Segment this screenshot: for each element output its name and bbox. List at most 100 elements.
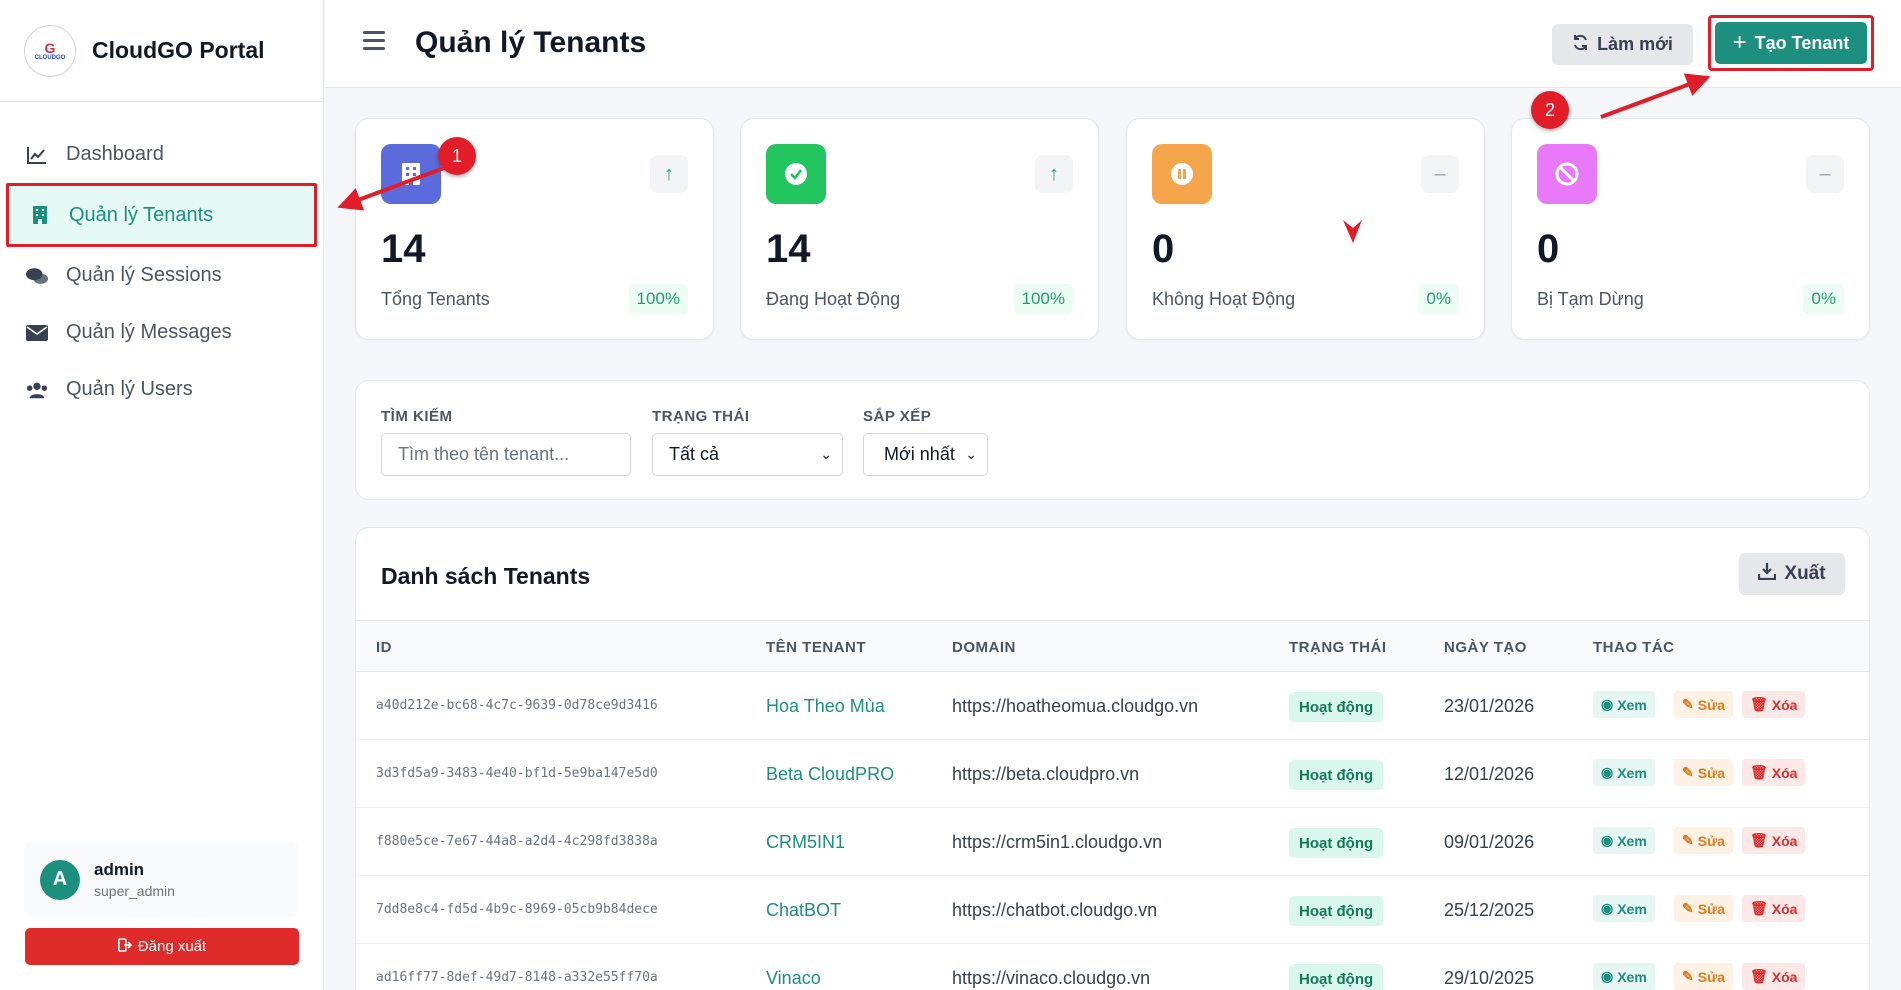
sidebar-item-messages[interactable]: Quản lý Messages — [0, 304, 323, 361]
view-button[interactable]: ◉ Xem — [1593, 759, 1655, 786]
table-row: 7dd8e8c4-fd5d-4b9c-8969-05cb9b84dece Chat… — [356, 876, 1869, 944]
tenant-name-link[interactable]: ChatBOT — [766, 900, 841, 921]
view-label: Xem — [1617, 764, 1647, 781]
sidebar-item-sessions[interactable]: Quản lý Sessions — [0, 247, 323, 304]
edit-label: Sửa — [1697, 900, 1725, 917]
stat-card-suspended: – 0 Bị Tạm Dừng 0% — [1511, 118, 1870, 340]
table-row: a40d212e-bc68-4c7c-9639-0d78ce9d3416 Hoa … — [356, 672, 1869, 740]
stat-value: 14 — [766, 227, 811, 271]
tenant-name-link[interactable]: Hoa Theo Mùa — [766, 696, 885, 717]
sort-select[interactable]: Mới nhất ⌄ — [863, 433, 988, 476]
view-button[interactable]: ◉ Xem — [1593, 827, 1655, 854]
pause-circle-icon — [1152, 144, 1212, 204]
tenant-name-link[interactable]: Beta CloudPRO — [766, 764, 894, 785]
edit-button[interactable]: ✎ Sửa — [1674, 759, 1733, 786]
create-tenant-button[interactable]: + Tạo Tenant — [1715, 22, 1867, 64]
edit-label: Sửa — [1697, 696, 1725, 713]
view-button[interactable]: ◉ Xem — [1593, 691, 1655, 718]
sidebar-item-label: Dashboard — [66, 143, 164, 165]
delete-label: Xóa — [1771, 900, 1798, 917]
delete-button[interactable]: 🗑 Xóa — [1742, 827, 1806, 854]
delete-button[interactable]: 🗑 Xóa — [1742, 895, 1806, 922]
created-date: 25/12/2025 — [1444, 900, 1535, 920]
plus-icon: + — [1732, 29, 1747, 56]
column-header[interactable]: TRẠNG THÁI — [1289, 639, 1387, 656]
edit-button[interactable]: ✎ Sửa — [1674, 895, 1733, 922]
annotation-marker-2: 2 — [1531, 91, 1569, 129]
delete-button[interactable]: 🗑 Xóa — [1742, 759, 1806, 786]
user-role: super_admin — [94, 883, 175, 899]
sidebar-item-label: Quản lý Users — [66, 378, 193, 400]
view-label: Xem — [1617, 696, 1647, 713]
view-label: Xem — [1617, 968, 1647, 985]
sidebar-item-dashboard[interactable]: Dashboard — [0, 126, 323, 183]
refresh-label: Làm mới — [1597, 34, 1673, 54]
logout-button[interactable]: Đăng xuất — [25, 928, 299, 965]
delete-button[interactable]: 🗑 Xóa — [1742, 963, 1806, 990]
tenant-id: 3d3fd5a9-3483-4e40-bf1d-5e9ba147e5d0 — [376, 766, 658, 781]
stat-percent: 100% — [1013, 284, 1073, 314]
delete-label: Xóa — [1771, 764, 1798, 781]
edit-icon: ✎ — [1682, 696, 1694, 712]
status-badge: Hoạt động — [1289, 692, 1384, 722]
refresh-button[interactable]: Làm mới — [1552, 24, 1693, 65]
stat-label: Bị Tạm Dừng — [1537, 289, 1644, 309]
download-icon — [1758, 562, 1777, 586]
logo-subtext: CLOUDGO — [34, 54, 66, 61]
sidebar-item-users[interactable]: Quản lý Users — [0, 361, 323, 418]
search-input[interactable]: Tìm theo tên tenant... — [381, 433, 631, 476]
menu-toggle-icon[interactable] — [363, 31, 385, 51]
edit-icon: ✎ — [1682, 968, 1694, 984]
sidebar: G CLOUDGO CloudGO Portal Dashboard Quản … — [0, 0, 324, 990]
status-select[interactable]: Tất cả ⌄ — [652, 433, 843, 476]
logout-label: Đăng xuất — [137, 938, 207, 955]
created-date: 09/01/2026 — [1444, 832, 1535, 852]
stat-label: Không Hoạt Động — [1152, 289, 1296, 309]
sidebar-item-tenants[interactable]: Quản lý Tenants — [6, 183, 317, 247]
trash-icon: 🗑 — [1750, 764, 1768, 780]
tenant-name-link[interactable]: CRM5IN1 — [766, 832, 845, 853]
edit-button[interactable]: ✎ Sửa — [1674, 963, 1733, 990]
delete-label: Xóa — [1771, 832, 1798, 849]
created-date: 29/10/2025 — [1444, 968, 1535, 988]
tenant-name-link[interactable]: Vinaco — [766, 968, 821, 989]
edit-button[interactable]: ✎ Sửa — [1674, 827, 1733, 854]
logo-letter: G — [44, 39, 56, 56]
arrow-up-icon: ↑ — [650, 155, 688, 193]
view-button[interactable]: ◉ Xem — [1593, 963, 1655, 990]
brand[interactable]: G CLOUDGO CloudGO Portal — [0, 0, 323, 102]
trash-icon: 🗑 — [1750, 832, 1768, 848]
column-header[interactable]: DOMAIN — [952, 639, 1016, 656]
tenant-id: a40d212e-bc68-4c7c-9639-0d78ce9d3416 — [376, 698, 658, 713]
tenant-domain: https://beta.cloudpro.vn — [952, 764, 1140, 784]
envelope-icon — [26, 322, 48, 344]
delete-button[interactable]: 🗑 Xóa — [1742, 691, 1806, 718]
sidebar-item-label: Quản lý Messages — [66, 321, 232, 343]
column-header[interactable]: TÊN TENANT — [766, 639, 866, 656]
chevron-down-icon: ⌄ — [820, 446, 832, 462]
cloudgo-logo: G CLOUDGO — [24, 24, 76, 77]
export-button[interactable]: Xuất — [1739, 553, 1845, 595]
sidebar-item-label: Quản lý Tenants — [69, 203, 214, 226]
check-circle-icon — [766, 144, 826, 204]
column-header: THAO TÁC — [1593, 639, 1675, 656]
column-header[interactable]: ID — [376, 639, 392, 656]
sort-label: SẮP XẾP — [863, 408, 932, 425]
user-name: admin — [94, 860, 145, 879]
tenant-domain: https://hoatheomua.cloudgo.vn — [952, 696, 1199, 716]
trash-icon: 🗑 — [1750, 900, 1768, 916]
edit-label: Sửa — [1697, 832, 1725, 849]
ban-icon — [1537, 144, 1597, 204]
view-button[interactable]: ◉ Xem — [1593, 895, 1655, 922]
edit-label: Sửa — [1697, 968, 1725, 985]
stat-value: 0 — [1537, 227, 1560, 271]
minus-icon: – — [1806, 155, 1844, 193]
created-date: 12/01/2026 — [1444, 764, 1535, 784]
comments-icon — [26, 265, 48, 287]
table-header: ID TÊN TENANT DOMAIN TRẠNG THÁI NGÀY TẠO… — [356, 620, 1869, 672]
delete-label: Xóa — [1771, 696, 1798, 713]
edit-button[interactable]: ✎ Sửa — [1674, 691, 1733, 718]
tenant-id: ad16ff77-8def-49d7-8148-a332e55ff70a — [376, 970, 658, 985]
stat-label: Đang Hoạt Động — [766, 289, 901, 309]
column-header[interactable]: NGÀY TẠO — [1444, 639, 1527, 656]
